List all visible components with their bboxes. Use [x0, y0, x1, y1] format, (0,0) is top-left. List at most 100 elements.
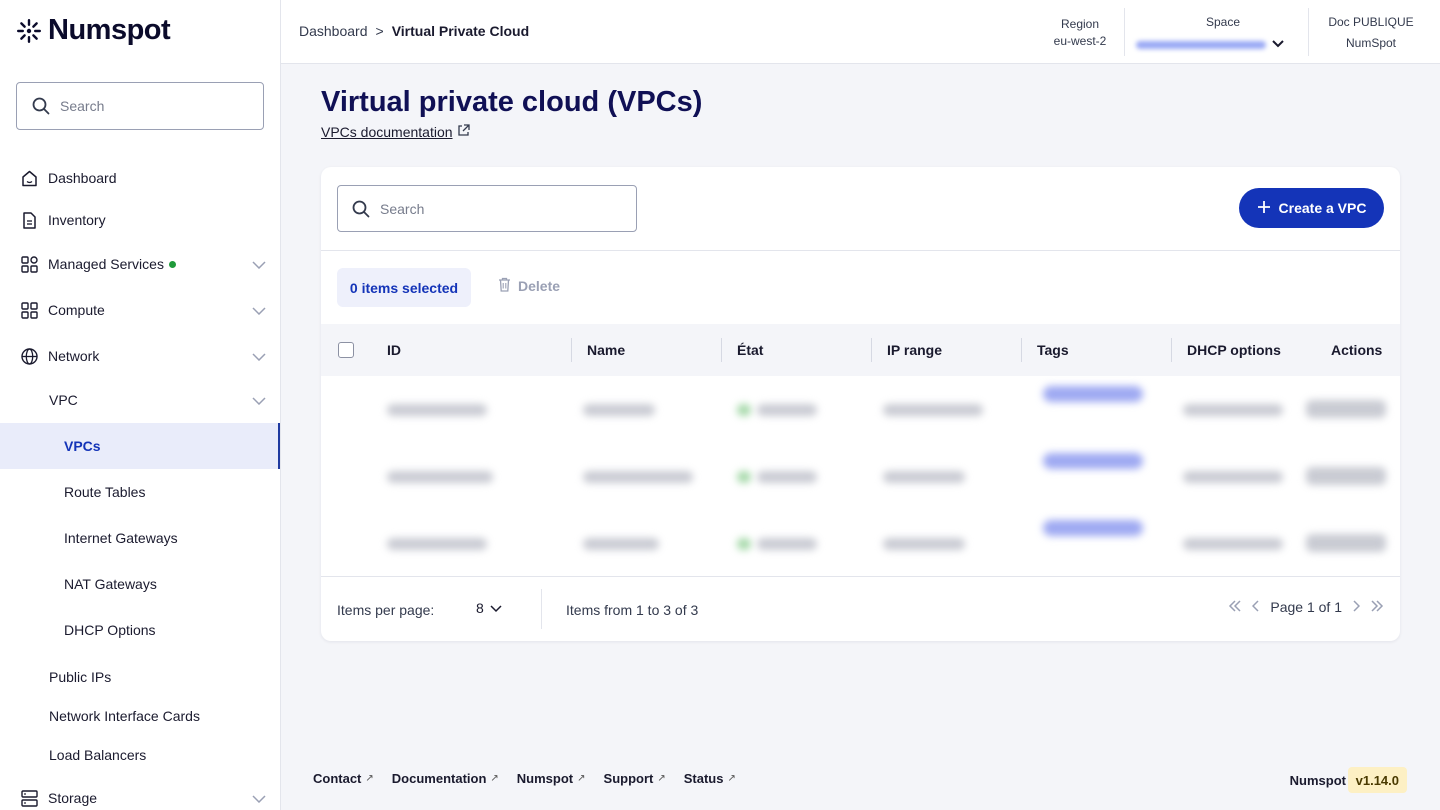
sidebar-item-nat-gateways[interactable]: NAT Gateways	[0, 561, 280, 607]
footer-link-contact[interactable]: Contact ↗	[313, 771, 374, 786]
services-grid-icon	[19, 254, 39, 274]
page-footer: Contact ↗ Documentation ↗ Numspot ↗ Support…	[313, 771, 736, 786]
arrow-up-right-icon: ↗	[577, 773, 586, 784]
sidebar-item-compute[interactable]: Compute	[0, 290, 280, 330]
redacted-cell	[1183, 538, 1283, 550]
external-link-icon	[457, 124, 470, 140]
arrow-up-right-icon: ↗	[490, 773, 499, 784]
previous-page-icon[interactable]	[1252, 599, 1260, 615]
page-title: Virtual private cloud (VPCs)	[321, 86, 703, 118]
sidebar-item-load-balancers[interactable]: Load Balancers	[0, 735, 280, 775]
column-divider	[1021, 338, 1022, 362]
footer-link-numspot[interactable]: Numspot ↗	[517, 771, 586, 786]
sidebar-item-label: Storage	[48, 790, 98, 806]
chevron-down-icon	[252, 348, 266, 364]
sidebar-item-route-tables[interactable]: Route Tables	[0, 469, 280, 515]
sidebar-item-storage[interactable]: Storage	[0, 778, 280, 810]
header-divider	[1308, 8, 1309, 56]
column-header-dhcp-options[interactable]: DHCP options	[1187, 324, 1281, 376]
numspot-logo[interactable]: Numspot	[16, 14, 171, 47]
chevron-down-icon	[252, 392, 266, 408]
redacted-cell	[883, 471, 965, 483]
table-search-input[interactable]	[380, 200, 600, 217]
org-label: Doc PUBLIQUE	[1328, 15, 1414, 29]
column-header-id[interactable]: ID	[387, 324, 401, 376]
page-indicator: Page 1 of 1	[1270, 599, 1342, 615]
breadcrumb-separator: >	[375, 23, 384, 39]
top-header: Dashboard > Virtual Private Cloud Region…	[281, 0, 1440, 64]
chevron-down-icon	[1272, 36, 1284, 53]
items-per-page-label: Items per page:	[337, 602, 435, 618]
sidebar-item-label: Route Tables	[64, 484, 146, 500]
table-header: ID Name État IP range Tags DHCP options …	[321, 324, 1400, 376]
sidebar-item-label: VPC	[49, 392, 78, 408]
sidebar-item-label: DHCP Options	[64, 622, 156, 638]
redacted-cell	[883, 538, 965, 550]
column-header-state[interactable]: État	[737, 324, 763, 376]
divider	[321, 250, 1400, 251]
version-badge: v1.14.0	[1347, 767, 1407, 793]
items-per-page-select[interactable]: 8	[476, 600, 502, 616]
sidebar-item-label: Network	[48, 348, 100, 364]
table-search[interactable]	[337, 185, 637, 232]
column-header-actions: Actions	[1331, 342, 1383, 358]
sidebar-item-public-ips[interactable]: Public IPs	[0, 657, 280, 697]
sidebar-item-dhcp-options[interactable]: DHCP Options	[0, 607, 280, 653]
vpcs-documentation-link[interactable]: VPCs documentation	[321, 124, 470, 140]
sidebar-item-inventory[interactable]: Inventory	[0, 200, 280, 240]
footer-link-label: Numspot	[516, 771, 574, 786]
next-page-icon[interactable]	[1352, 599, 1361, 615]
header-divider	[1124, 8, 1125, 56]
create-vpc-label: Create a VPC	[1278, 200, 1367, 216]
breadcrumb-current: Virtual Private Cloud	[391, 23, 530, 39]
arrow-up-right-icon: ↗	[365, 773, 374, 784]
footer-brand: Numspot	[1289, 773, 1346, 788]
status-indicator	[737, 538, 751, 550]
footer-link-support[interactable]: Support ↗	[604, 771, 666, 786]
status-indicator	[737, 471, 751, 483]
delete-button[interactable]: Delete	[498, 277, 560, 295]
sidebar-item-managed-services[interactable]: Managed Services	[0, 244, 280, 284]
sidebar-item-label: Internet Gateways	[64, 530, 178, 546]
redacted-action	[1306, 534, 1386, 552]
last-page-icon[interactable]	[1370, 599, 1384, 615]
footer-link-label: Documentation	[391, 771, 487, 786]
table-row[interactable]	[321, 443, 1400, 509]
sidebar-item-label: NAT Gateways	[64, 576, 157, 592]
plus-icon	[1257, 200, 1271, 217]
sidebar-item-dashboard[interactable]: Dashboard	[0, 158, 280, 198]
redacted-tag	[1043, 520, 1143, 536]
column-header-tags[interactable]: Tags	[1037, 324, 1069, 376]
first-page-icon[interactable]	[1228, 599, 1242, 615]
sidebar-item-internet-gateways[interactable]: Internet Gateways	[0, 515, 280, 561]
sidebar-item-label: Public IPs	[49, 669, 112, 685]
org-value: NumSpot	[1345, 36, 1397, 50]
compute-grid-icon	[19, 300, 39, 320]
arrow-up-right-icon: ↗	[657, 773, 666, 784]
chevron-down-icon	[490, 600, 502, 616]
redacted-cell	[583, 404, 655, 416]
sidebar-item-network[interactable]: Network	[0, 336, 280, 376]
create-vpc-button[interactable]: Create a VPC	[1239, 188, 1384, 228]
breadcrumb: Dashboard > Virtual Private Cloud	[299, 23, 529, 39]
table-row[interactable]	[321, 376, 1400, 442]
organization-info[interactable]: Doc PUBLIQUE NumSpot	[1321, 14, 1421, 52]
table-row[interactable]	[321, 510, 1400, 576]
column-header-name[interactable]: Name	[587, 324, 625, 376]
sidebar-search-input[interactable]	[60, 98, 240, 114]
redacted-cell	[757, 538, 817, 550]
sidebar-item-label: Inventory	[48, 212, 106, 228]
select-all-checkbox[interactable]	[338, 342, 354, 358]
footer-link-documentation[interactable]: Documentation ↗	[392, 771, 499, 786]
sidebar-item-vpcs[interactable]: VPCs	[0, 423, 280, 469]
footer-link-status[interactable]: Status ↗	[684, 771, 736, 786]
items-per-page-value: 8	[476, 600, 484, 616]
brand-name: Numspot	[48, 14, 171, 46]
column-header-ip-range[interactable]: IP range	[887, 324, 942, 376]
sidebar-item-network-interface-cards[interactable]: Network Interface Cards	[0, 696, 280, 736]
sidebar-item-label: Managed Services	[48, 256, 164, 272]
sidebar-search[interactable]	[16, 82, 264, 130]
breadcrumb-root[interactable]: Dashboard	[299, 23, 368, 39]
sidebar-item-vpc[interactable]: VPC	[0, 380, 280, 420]
space-selector[interactable]: Space	[1136, 14, 1296, 53]
